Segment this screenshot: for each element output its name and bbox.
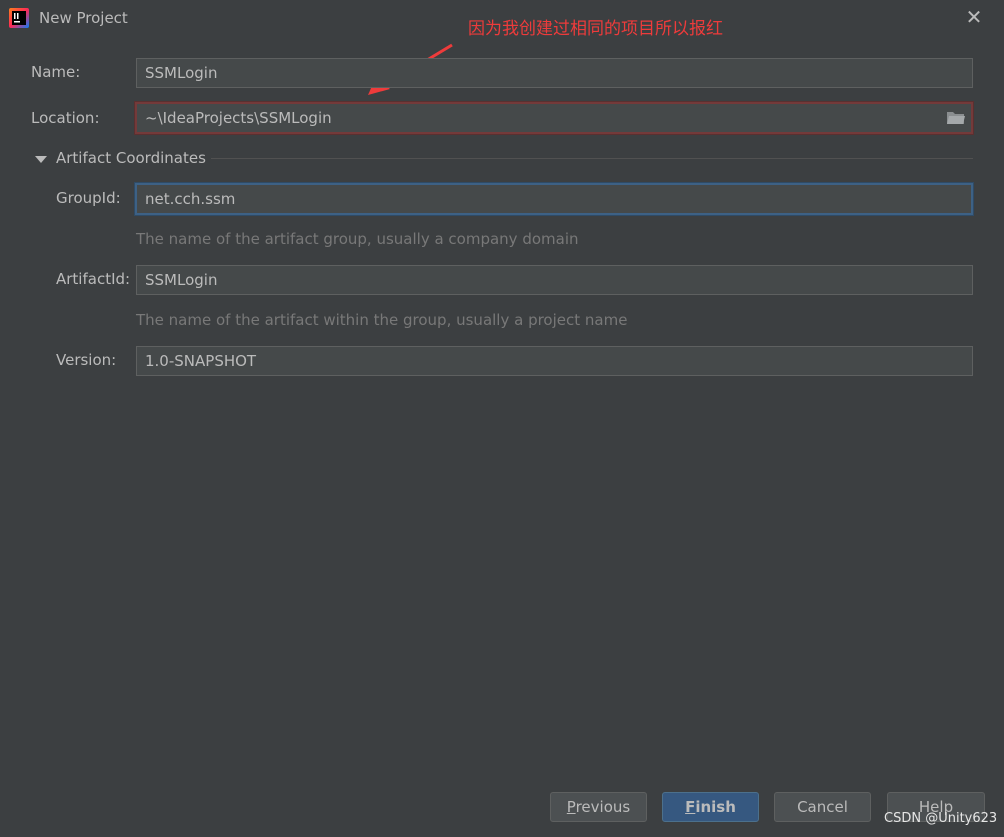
groupid-field[interactable] xyxy=(135,183,973,215)
location-field[interactable] xyxy=(135,102,973,134)
version-field[interactable] xyxy=(136,346,973,376)
section-divider xyxy=(211,158,973,159)
finish-label: inish xyxy=(695,798,736,816)
finish-mnemonic: F xyxy=(685,798,696,816)
artifactid-field[interactable] xyxy=(136,265,973,295)
cancel-button[interactable]: Cancel xyxy=(774,792,871,822)
name-label: Name: xyxy=(31,63,81,81)
artifactid-label: ArtifactId: xyxy=(56,270,131,288)
version-label: Version: xyxy=(56,351,117,369)
groupid-label: GroupId: xyxy=(56,189,121,207)
watermark: CSDN @Unity623 xyxy=(884,811,998,826)
section-title[interactable]: Artifact Coordinates xyxy=(56,149,206,167)
previous-label: revious xyxy=(575,798,631,816)
close-icon[interactable]: ✕ xyxy=(964,6,984,28)
groupid-hint: The name of the artifact group, usually … xyxy=(136,230,579,248)
collapse-triangle-icon[interactable] xyxy=(34,152,48,166)
intellij-idea-icon xyxy=(9,8,29,28)
folder-icon[interactable] xyxy=(946,110,966,126)
location-label: Location: xyxy=(31,109,100,127)
annotation-text: 因为我创建过相同的项目所以报红 xyxy=(468,19,723,39)
previous-mnemonic: P xyxy=(566,798,576,816)
previous-button[interactable]: Previous xyxy=(550,792,647,822)
finish-button[interactable]: Finish xyxy=(662,792,759,822)
window-title: New Project xyxy=(39,9,128,27)
name-field[interactable] xyxy=(136,58,973,88)
artifactid-hint: The name of the artifact within the grou… xyxy=(136,311,628,329)
